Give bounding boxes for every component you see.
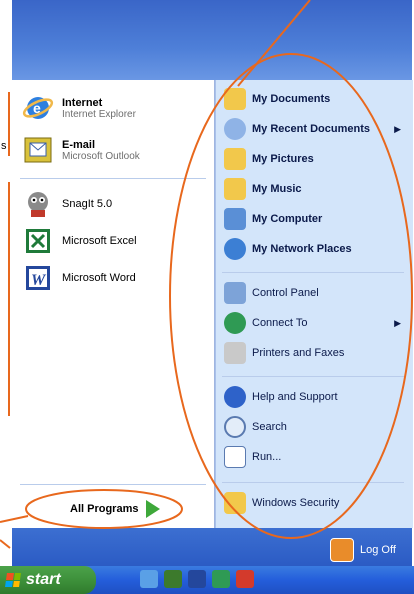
recent-item-label: SnagIt 5.0: [62, 198, 113, 210]
pinned-item-subtitle: Microsoft Outlook: [62, 150, 140, 162]
right-item-search[interactable]: Search: [224, 416, 287, 438]
svg-text:W: W: [31, 272, 47, 289]
arrow-right-icon: [146, 500, 161, 518]
right-item-label: My Pictures: [252, 153, 314, 165]
left-separator: [20, 178, 206, 179]
right-item-help-support[interactable]: Help and Support: [224, 386, 338, 408]
right-item-windows-security[interactable]: Windows Security: [224, 492, 339, 514]
right-item-label: My Recent Documents: [252, 123, 370, 135]
all-programs-label: All Programs: [70, 503, 139, 515]
pinned-item-internet[interactable]: e Internet Internet Explorer: [22, 92, 136, 124]
recent-item-excel[interactable]: Microsoft Excel: [22, 225, 137, 257]
word-icon: W: [22, 262, 54, 294]
recent-item-snagit[interactable]: SnagIt 5.0: [22, 188, 112, 220]
start-menu-left-pane: e Internet Internet Explorer E-mail Micr…: [12, 80, 215, 528]
windows-flag-icon: [5, 573, 21, 587]
annotation-arrow: [0, 539, 11, 549]
right-item-label: Connect To: [252, 317, 308, 329]
right-item-my-music[interactable]: My Music: [224, 178, 302, 200]
right-item-my-recent-documents[interactable]: My Recent Documents: [224, 118, 370, 140]
right-item-connect-to[interactable]: Connect To: [224, 312, 307, 334]
pinned-item-title: E-mail: [62, 138, 96, 151]
desktop-icon[interactable]: [140, 570, 158, 588]
start-menu-right-pane: My Documents My Recent Documents ▶ My Pi…: [215, 80, 413, 528]
right-item-label: My Music: [252, 183, 302, 195]
word-quicklaunch-icon[interactable]: [188, 570, 206, 588]
right-item-run[interactable]: Run...: [224, 446, 281, 468]
right-item-label: Search: [252, 421, 287, 433]
pinned-item-subtitle: Internet Explorer: [62, 108, 136, 120]
recent-item-label: Microsoft Excel: [62, 235, 137, 247]
control-panel-icon: [224, 282, 246, 304]
right-separator: [222, 482, 404, 483]
right-separator: [222, 272, 404, 273]
help-icon: [224, 386, 246, 408]
excel-quicklaunch-icon[interactable]: [164, 570, 182, 588]
right-item-my-pictures[interactable]: My Pictures: [224, 148, 314, 170]
log-off-button[interactable]: Log Off: [330, 538, 396, 562]
app-quicklaunch-icon[interactable]: [212, 570, 230, 588]
chevron-right-icon: ▶: [394, 318, 401, 328]
log-off-icon: [330, 538, 354, 562]
right-item-label: Control Panel: [252, 287, 319, 299]
left-bottom-separator: [20, 484, 206, 485]
start-label: start: [26, 571, 61, 588]
recent-item-label: Microsoft Word: [62, 272, 136, 284]
right-item-label: My Computer: [252, 213, 323, 225]
right-item-label: Windows Security: [252, 497, 340, 509]
outlook-icon: [22, 134, 54, 166]
quick-launch-bar: [140, 570, 254, 588]
folder-pictures-icon: [224, 148, 246, 170]
recent-item-word[interactable]: W Microsoft Word: [22, 262, 136, 294]
chevron-right-icon: ▶: [394, 124, 401, 134]
svg-text:e: e: [33, 100, 41, 116]
snagit-icon: [22, 188, 54, 220]
computer-icon: [224, 208, 246, 230]
log-off-label: Log Off: [360, 544, 396, 556]
internet-explorer-icon: e: [22, 92, 54, 124]
connect-icon: [224, 312, 246, 334]
all-programs-button[interactable]: All Programs: [70, 500, 161, 518]
start-menu-header: [12, 0, 412, 80]
folder-music-icon: [224, 178, 246, 200]
pinned-item-email[interactable]: E-mail Microsoft Outlook: [22, 134, 140, 166]
printer-icon: [224, 342, 246, 364]
right-item-control-panel[interactable]: Control Panel: [224, 282, 319, 304]
folder-documents-icon: [224, 88, 246, 110]
right-item-my-network-places[interactable]: My Network Places: [224, 238, 352, 260]
security-icon: [224, 492, 246, 514]
right-item-printers-faxes[interactable]: Printers and Faxes: [224, 342, 344, 364]
start-menu-body: e Internet Internet Explorer E-mail Micr…: [12, 80, 413, 528]
run-icon: [224, 446, 246, 468]
side-fragment-text: s: [1, 140, 7, 152]
right-separator: [222, 376, 404, 377]
right-item-label: Printers and Faxes: [252, 347, 345, 359]
excel-icon: [22, 225, 54, 257]
search-icon: [224, 416, 246, 438]
right-item-label: Run...: [252, 451, 282, 463]
network-icon: [224, 238, 246, 260]
start-button[interactable]: start: [0, 566, 96, 594]
recent-documents-icon: [224, 118, 246, 140]
right-item-my-documents[interactable]: My Documents: [224, 88, 330, 110]
acrobat-quicklaunch-icon[interactable]: [236, 570, 254, 588]
right-item-label: Help and Support: [252, 391, 338, 403]
right-item-my-computer[interactable]: My Computer: [224, 208, 322, 230]
right-item-label: My Documents: [252, 93, 331, 105]
pinned-item-title: Internet: [62, 96, 103, 109]
right-item-label: My Network Places: [252, 243, 352, 255]
